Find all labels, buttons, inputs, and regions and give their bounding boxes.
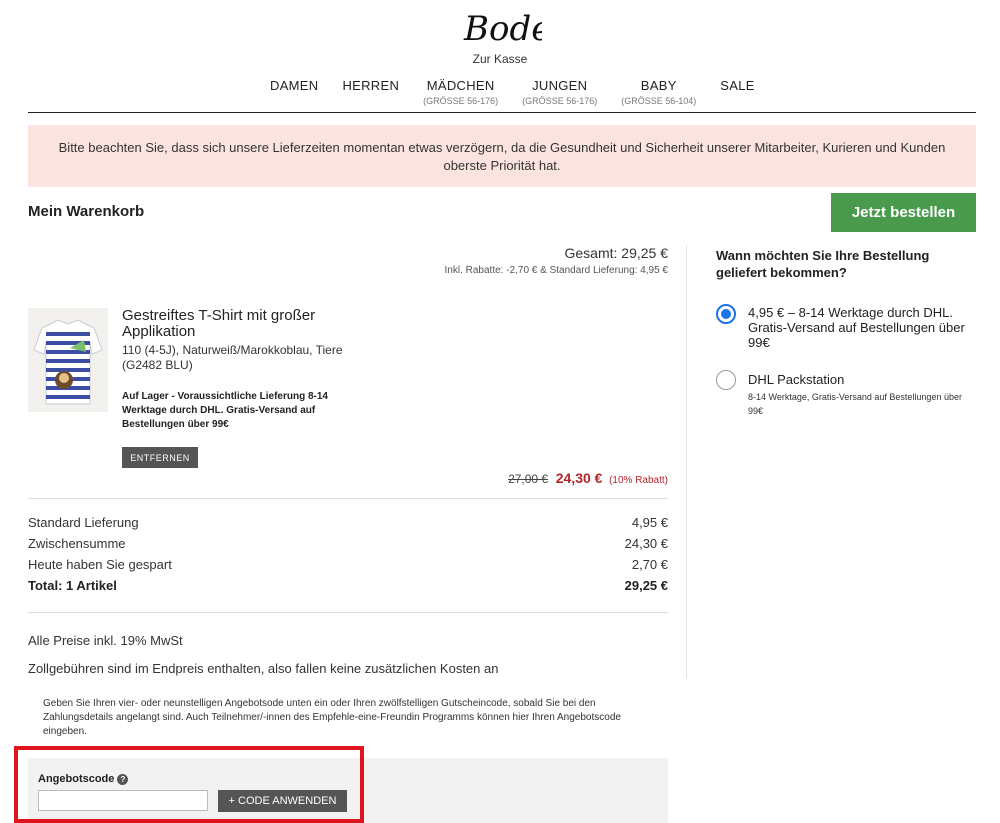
cart-total: Gesamt: 29,25 € — [564, 245, 668, 261]
product-image[interactable] — [28, 308, 108, 412]
checkout-subtitle: Zur Kasse — [472, 52, 528, 66]
apply-code-button[interactable]: + CODE ANWENDEN — [218, 790, 347, 812]
summary-label: Standard Lieferung — [28, 515, 139, 530]
logo-wordmark: Boden — [463, 9, 542, 49]
nav-divider — [28, 112, 976, 113]
nav-baby[interactable]: BABY (GRÖSSE 56-104) — [621, 78, 696, 106]
order-now-button[interactable]: Jetzt bestellen — [831, 193, 976, 232]
cart-total-detail: Inkl. Rabatte: -2,70 € & Standard Liefer… — [444, 265, 668, 276]
nav-sale[interactable]: SALE — [720, 78, 754, 93]
delivery-option-packstation-label[interactable]: DHL Packstation — [748, 372, 844, 387]
summary-value: 29,25 € — [624, 578, 668, 593]
delivery-option-dhl-label[interactable]: 4,95 € – 8-14 Werktage durch DHL. Gratis… — [748, 305, 968, 350]
summary-row-shipping: Standard Lieferung 4,95 € — [28, 515, 668, 536]
nav-label: JUNGEN — [532, 78, 588, 93]
promo-label-text: Angebotscode — [38, 773, 115, 785]
main-nav: DAMEN HERREN MÄDCHEN (GRÖSSE 56-176) JUNG… — [270, 78, 779, 106]
price-original: 27,00 € — [508, 472, 549, 486]
nav-size-range: (GRÖSSE 56-104) — [621, 96, 697, 106]
summary-label: Heute haben Sie gespart — [28, 557, 172, 572]
duty-note: Zollgebühren sind im Endpreis enthalten,… — [28, 661, 499, 676]
product-name[interactable]: Gestreiftes T-Shirt mit großer Applikati… — [122, 308, 362, 340]
summary-divider — [28, 612, 668, 613]
nav-herren[interactable]: HERREN — [342, 78, 399, 93]
summary-label: Total: 1 Artikel — [28, 578, 117, 593]
vat-note: Alle Preise inkl. 19% MwSt — [28, 633, 183, 648]
nav-damen[interactable]: DAMEN — [270, 78, 318, 93]
summary-value: 24,30 € — [624, 536, 668, 551]
summary-value: 4,95 € — [631, 515, 668, 530]
product-stock-info: Auf Lager - Voraussichtliche Lieferung 8… — [122, 391, 328, 430]
summary-row-subtotal: Zwischensumme 24,30 € — [28, 536, 668, 557]
price-discounted: 24,30 € — [555, 470, 603, 486]
delivery-question: Wann möchten Sie Ihre Bestellung geliefe… — [716, 248, 930, 280]
nav-jungen[interactable]: JUNGEN (GRÖSSE 56-176) — [522, 78, 597, 106]
nav-label: SALE — [720, 78, 755, 93]
nav-size-range: (GRÖSSE 56-176) — [522, 96, 598, 106]
nav-maedchen[interactable]: MÄDCHEN (GRÖSSE 56-176) — [423, 78, 498, 106]
delivery-option-packstation-radio[interactable] — [716, 370, 736, 390]
promo-code-input[interactable] — [38, 790, 208, 811]
order-summary: Standard Lieferung 4,95 € Zwischensumme … — [28, 515, 668, 599]
help-icon[interactable]: ? — [117, 774, 129, 785]
promo-info-text: Geben Sie Ihren vier- oder neunstelligen… — [43, 698, 621, 737]
promo-code-label: Angebotscode? — [38, 773, 129, 785]
nav-label: DAMEN — [270, 78, 319, 93]
summary-label: Zwischensumme — [28, 536, 126, 551]
delivery-option-packstation-detail: 8-14 Werktage, Gratis-Versand auf Bestel… — [748, 392, 962, 416]
nav-label: HERREN — [342, 78, 400, 93]
delivery-option-dhl-radio[interactable] — [716, 304, 736, 324]
product-price: 27,00 € 24,30 € (10% Rabatt) — [508, 470, 668, 486]
item-divider — [28, 498, 668, 499]
nav-label: BABY — [640, 78, 677, 93]
summary-row-savings: Heute haben Sie gespart 2,70 € — [28, 557, 668, 578]
summary-value: 2,70 € — [631, 557, 668, 572]
product-variant: 110 (4-5J), Naturweiß/Marokkoblau, Tiere… — [122, 343, 343, 372]
column-divider — [686, 245, 687, 678]
summary-row-total: Total: 1 Artikel 29,25 € — [28, 578, 668, 599]
delivery-delay-notice: Bitte beachten Sie, dass sich unsere Lie… — [28, 125, 976, 187]
nav-label: MÄDCHEN — [426, 78, 495, 93]
remove-item-button[interactable]: ENTFERNEN — [122, 447, 198, 468]
cart-title: Mein Warenkorb — [28, 203, 145, 220]
nav-size-range: (GRÖSSE 56-176) — [423, 96, 499, 106]
price-discount-percent: (10% Rabatt) — [609, 475, 668, 486]
boden-logo[interactable]: Boden — [462, 6, 573, 52]
